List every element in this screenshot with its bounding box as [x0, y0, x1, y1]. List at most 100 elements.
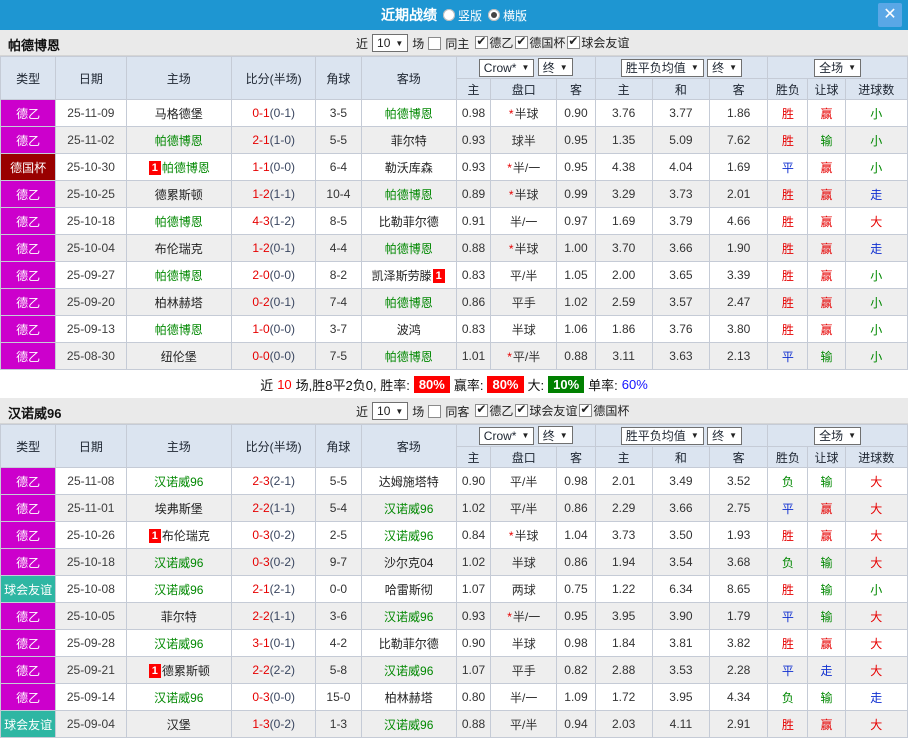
score-cell: 2-0(0-0) [230, 261, 317, 289]
header-date: 日期 [55, 56, 127, 100]
league-checkbox[interactable] [567, 34, 581, 49]
avg-final-select[interactable]: 终 ▼ [707, 58, 743, 77]
score-cell: 2-2(2-2) [230, 656, 317, 684]
away-team-cell: 汉诺威96 [360, 494, 457, 522]
handicap-result-cell: 输 [807, 467, 846, 495]
header-away: 客场 [360, 424, 457, 468]
away-team-cell: 比勒菲尔德 [360, 629, 457, 657]
home-odds-cell: 1.02 [455, 494, 492, 522]
goals-cell: 小 [844, 575, 908, 603]
avg-away-cell: 3.82 [709, 629, 769, 657]
home-odds-cell: 0.93 [455, 126, 492, 154]
subheader-handicap-result: 让球 [807, 78, 846, 100]
goals-cell: 大 [844, 467, 908, 495]
goals-cell: 小 [844, 315, 908, 343]
radio-horizontal-icon[interactable] [488, 9, 500, 21]
league-checkbox[interactable] [579, 402, 593, 417]
handicap-cell: 两球 [490, 575, 558, 603]
subheader-handicap: 盘口 [490, 446, 558, 468]
home-team-name: 帕德博恩 [154, 322, 203, 337]
league-checkbox[interactable] [515, 402, 529, 417]
avg-home-cell: 3.73 [594, 521, 653, 549]
odds-final-select[interactable]: 终 ▼ [537, 58, 573, 77]
avg-away-cell: 2.01 [709, 180, 769, 208]
home-team-cell: 帕德博恩 [125, 261, 232, 289]
handicap-result-cell: 赢 [807, 494, 846, 522]
league-filter[interactable]: 德乙 [475, 34, 513, 51]
odds-company-select[interactable]: Crow* ▼ [478, 58, 535, 77]
halftime-score: (0-0) [269, 268, 295, 282]
avg-draw-cell: 3.81 [651, 629, 711, 657]
home-team-name: 汉堡 [166, 717, 191, 732]
match-date: 25-11-02 [55, 126, 127, 154]
same-venue-label: 同主 [445, 36, 470, 51]
goals-cell: 小 [844, 153, 908, 181]
layout-horizontal-option[interactable]: 横版 [488, 7, 527, 24]
handicap-result-cell: 输 [807, 575, 846, 603]
league-filter[interactable]: 球会友谊 [567, 34, 629, 51]
header-fullmatch-group: 全场 ▼ [767, 56, 908, 79]
halftime-score: (2-2) [269, 663, 295, 677]
layout-vertical-option[interactable]: 竖版 [442, 7, 482, 24]
corner-cell: 9-7 [315, 548, 362, 576]
layout-horizontal-label: 横版 [503, 8, 528, 23]
handicap-name: 半球 [511, 555, 536, 570]
home-team-name: 帕德博恩 [154, 133, 203, 148]
radio-vertical-icon[interactable] [442, 9, 455, 21]
close-icon[interactable]: ✕ [878, 3, 902, 27]
fulltime-score: 1-1 [252, 160, 270, 174]
league-checkbox[interactable] [515, 34, 529, 49]
same-venue-checkbox[interactable] [428, 404, 442, 418]
avg-select[interactable]: 胜平负均值 ▼ [620, 58, 704, 77]
league-filter[interactable]: 德国杯 [579, 402, 629, 419]
odds-final-select[interactable]: 终 ▼ [537, 426, 573, 445]
halftime-score: (0-1) [269, 636, 295, 650]
home-team-name: 布伦瑞克 [154, 241, 203, 256]
away-odds-cell: 1.00 [556, 234, 596, 262]
home-team-name: 汉诺威96 [154, 582, 204, 597]
fullmatch-select[interactable]: 全场 ▼ [814, 58, 862, 77]
avg-home-cell: 2.59 [594, 288, 653, 316]
score-cell: 1-2(0-1) [230, 234, 317, 262]
table-row: 德乙 25-09-20 柏林赫塔 0-2(0-1) 7-4 帕德博恩 0.86 平手 1.02 2… [0, 288, 908, 316]
chevron-down-icon: ▼ [559, 62, 568, 72]
league-filter[interactable]: 球会友谊 [515, 402, 577, 419]
avg-draw-cell: 3.95 [651, 683, 711, 711]
avg-final-select[interactable]: 终 ▼ [707, 426, 743, 445]
avg-select[interactable]: 胜平负均值 ▼ [620, 426, 704, 445]
away-odds-cell: 1.05 [556, 261, 596, 289]
away-odds-cell: 0.86 [556, 548, 596, 576]
table-row: 德乙 25-11-09 马格德堡 0-1(0-1) 3-5 帕德博恩 0.98 *半球 0.90… [0, 99, 908, 127]
match-count-select[interactable]: 10 ▼ [372, 402, 409, 420]
away-team-cell: 汉诺威96 [360, 656, 457, 684]
odds-company-select[interactable]: Crow* ▼ [478, 426, 535, 445]
avg-away-cell: 1.79 [709, 602, 769, 630]
table-row: 德乙 25-10-18 帕德博恩 4-3(1-2) 8-5 比勒菲尔德 0.91 半/一 0.9… [0, 207, 908, 235]
subheader-odds-home: 主 [455, 446, 492, 468]
match-type-cell: 德乙 [0, 315, 57, 343]
matches-table: 类型 日期 主场 比分(半场) 角球 客场 Crow* ▼ 终 ▼ 胜平负均值 ▼ 终… [0, 56, 908, 370]
corner-cell: 1-3 [315, 710, 362, 738]
avg-draw-cell: 5.09 [651, 126, 711, 154]
league-checkbox[interactable] [475, 402, 489, 417]
fullmatch-select[interactable]: 全场 ▼ [814, 426, 862, 445]
league-filter[interactable]: 德国杯 [515, 34, 565, 51]
avg-home-cell: 2.88 [594, 656, 653, 684]
same-venue-checkbox[interactable] [428, 36, 442, 50]
handicap-name: 平手 [511, 295, 536, 310]
avg-draw-cell: 4.04 [651, 153, 711, 181]
league-filter[interactable]: 德乙 [475, 402, 513, 419]
avg-draw-cell: 3.77 [651, 99, 711, 127]
handicap-cell: 平手 [490, 288, 558, 316]
match-count-select[interactable]: 10 ▼ [372, 34, 409, 52]
subheader-avg-away: 客 [709, 78, 769, 100]
score-cell: 4-3(1-2) [230, 207, 317, 235]
match-type-cell: 德乙 [0, 288, 57, 316]
handicap-cell: *平/半 [490, 342, 558, 370]
header-home: 主场 [125, 424, 232, 468]
header-score: 比分(半场) [230, 56, 317, 100]
away-odds-cell: 0.97 [556, 207, 596, 235]
league-checkbox[interactable] [475, 34, 489, 49]
subheader-avg-home: 主 [594, 78, 653, 100]
home-odds-cell: 0.83 [455, 261, 492, 289]
